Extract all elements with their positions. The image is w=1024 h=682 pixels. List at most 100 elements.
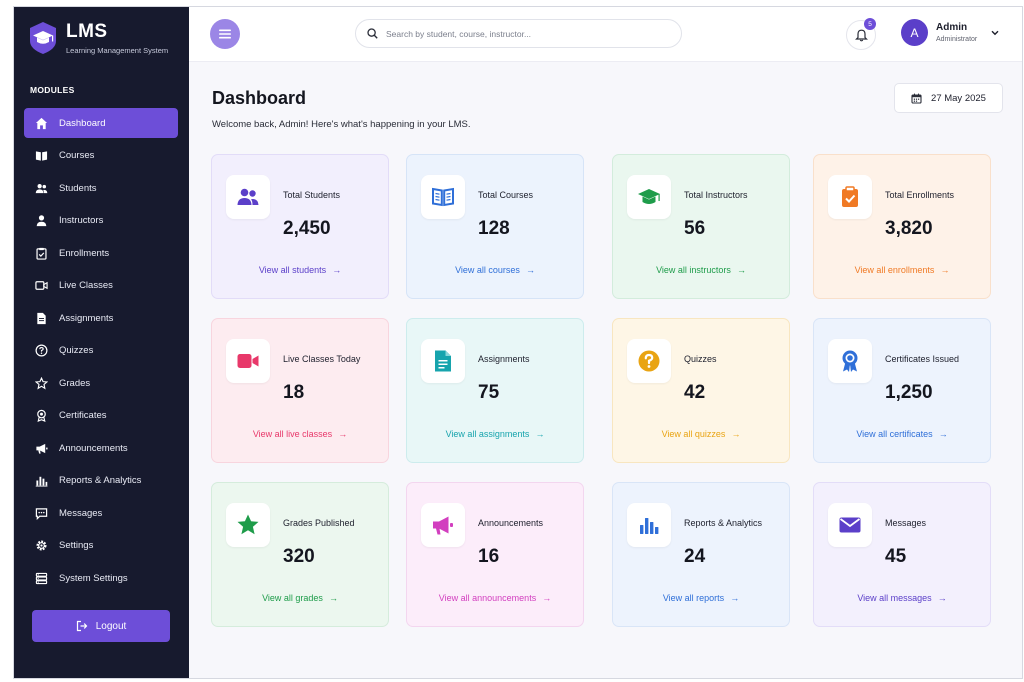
stat-card-total-enrollments: Total Enrollments 3,820 View all enrollm… <box>813 154 991 299</box>
logout-icon <box>76 620 88 632</box>
notifications-button[interactable]: 5 <box>846 18 876 50</box>
sidebar-item-settings[interactable]: Settings <box>24 531 178 561</box>
sidebar-item-label: Assignments <box>59 312 114 324</box>
server-icon <box>34 571 48 585</box>
sidebar-item-certificates[interactable]: Certificates <box>24 401 178 431</box>
sidebar-item-label: Settings <box>59 540 94 551</box>
clipboard-check-icon <box>842 186 858 207</box>
link-text: View all certificates <box>856 429 933 439</box>
arrow-right-icon: → <box>937 593 947 603</box>
sidebar-item-messages[interactable]: Messages <box>24 498 178 528</box>
sidebar-item-courses[interactable]: Courses <box>24 141 178 171</box>
sidebar-nav: Dashboard Courses Students Instructors E… <box>24 108 178 596</box>
sidebar-item-announcements[interactable]: Announcements <box>24 433 178 463</box>
users-icon <box>34 181 48 195</box>
arrow-right-icon: → <box>938 429 948 439</box>
modules-section-label: MODULES <box>30 85 75 95</box>
sidebar-item-grades[interactable]: Grades <box>24 368 178 398</box>
stat-card-total-instructors: Total Instructors 56 View all instructor… <box>612 154 790 299</box>
sidebar-item-label: Messages <box>59 507 103 519</box>
sidebar-item-students[interactable]: Students <box>24 173 178 203</box>
stat-label: Total Students <box>283 190 341 200</box>
welcome-message: Welcome back, Admin! Here's what's happe… <box>212 119 471 130</box>
sidebar-item-label: Announcements <box>59 442 128 454</box>
sidebar-item-label: Certificates <box>59 410 107 421</box>
link-text: View all quizzes <box>661 429 726 439</box>
star-icon <box>237 514 259 535</box>
award-icon <box>34 409 48 423</box>
chevron-down-icon <box>991 30 999 35</box>
stat-value: 128 <box>478 218 510 239</box>
view-all-live-classes-link[interactable]: View all live classes → <box>212 429 388 439</box>
link-text: View all live classes <box>252 429 333 439</box>
view-all-certificates-link[interactable]: View all certificates → <box>814 429 990 439</box>
bar-chart-icon <box>640 518 659 534</box>
view-all-courses-link[interactable]: View all courses → <box>407 265 583 275</box>
date-picker[interactable]: 27 May 2025 <box>894 83 1003 113</box>
stat-value: 18 <box>283 382 305 403</box>
stat-card-total-courses: Total Courses 128 View all courses → <box>406 154 584 299</box>
stat-card-total-students: Total Students 2,450 View all students → <box>211 154 389 299</box>
search-input[interactable] <box>386 28 646 39</box>
link-text: View all assignments <box>445 429 530 439</box>
arrow-right-icon: → <box>542 593 552 603</box>
view-all-instructors-link[interactable]: View all instructors → <box>613 265 789 275</box>
megaphone-icon <box>34 441 48 455</box>
brand[interactable]: LMS Learning Management System <box>28 21 168 55</box>
sidebar-item-label: Live Classes <box>59 280 113 291</box>
stat-value: 1,250 <box>885 382 933 403</box>
video-icon <box>237 354 259 368</box>
book-icon <box>34 149 48 163</box>
user-name: Admin <box>936 22 968 33</box>
view-all-students-link[interactable]: View all students → <box>212 265 388 275</box>
arrow-right-icon: → <box>332 265 342 275</box>
book-open-icon <box>432 187 454 207</box>
view-all-quizzes-link[interactable]: View all quizzes → <box>613 429 789 439</box>
sidebar-item-assignments[interactable]: Assignments <box>24 303 178 333</box>
view-all-grades-link[interactable]: View all grades → <box>212 593 388 603</box>
calendar-icon <box>911 93 922 104</box>
sidebar-item-live-classes[interactable]: Live Classes <box>24 271 178 301</box>
chat-icon <box>34 506 48 520</box>
star-icon <box>34 376 48 390</box>
brand-title: LMS <box>66 20 108 42</box>
logout-button[interactable]: Logout <box>32 610 170 642</box>
stat-value: 42 <box>684 382 706 403</box>
user-icon <box>34 214 48 228</box>
sidebar-item-label: System Settings <box>59 572 128 584</box>
sidebar-item-system-settings[interactable]: System Settings <box>24 563 178 593</box>
sidebar-item-quizzes[interactable]: Quizzes <box>24 336 178 366</box>
view-all-announcements-link[interactable]: View all announcements → <box>407 593 583 603</box>
stat-value: 2,450 <box>283 218 331 239</box>
stat-card-certificates: Certificates Issued 1,250 View all certi… <box>813 318 991 463</box>
stat-label: Certificates Issued <box>885 354 960 364</box>
sidebar-item-dashboard[interactable]: Dashboard <box>24 108 178 138</box>
sidebar-item-enrollments[interactable]: Enrollments <box>24 238 178 268</box>
sidebar-item-instructors[interactable]: Instructors <box>24 206 178 236</box>
home-icon <box>34 116 48 130</box>
view-all-messages-link[interactable]: View all messages → <box>814 593 990 603</box>
arrow-right-icon: → <box>730 593 740 603</box>
view-all-assignments-link[interactable]: View all assignments → <box>407 429 583 439</box>
view-all-enrollments-link[interactable]: View all enrollments → <box>814 265 990 275</box>
sidebar-item-label: Dashboard <box>59 117 106 129</box>
stat-value: 320 <box>283 546 315 567</box>
arrow-right-icon: → <box>731 429 741 439</box>
bell-icon <box>854 29 868 41</box>
sidebar-item-reports[interactable]: Reports & Analytics <box>24 466 178 496</box>
arrow-right-icon: → <box>338 429 348 439</box>
stat-value: 56 <box>684 218 706 239</box>
user-menu[interactable]: A Admin Administrator <box>901 19 999 46</box>
stat-label: Live Classes Today <box>283 354 361 364</box>
stat-card-reports: Reports & Analytics 24 View all reports → <box>612 482 790 627</box>
menu-toggle-button[interactable] <box>210 19 240 49</box>
view-all-reports-link[interactable]: View all reports → <box>613 593 789 603</box>
stat-value: 75 <box>478 382 500 403</box>
stat-card-live-classes: Live Classes Today 18 View all live clas… <box>211 318 389 463</box>
award-icon <box>842 350 858 372</box>
stat-label: Total Enrollments <box>885 190 955 200</box>
brand-subtitle: Learning Management System <box>66 45 169 55</box>
graduation-cap-icon <box>638 189 660 204</box>
stat-value: 3,820 <box>885 218 933 239</box>
link-text: View all enrollments <box>854 265 935 275</box>
